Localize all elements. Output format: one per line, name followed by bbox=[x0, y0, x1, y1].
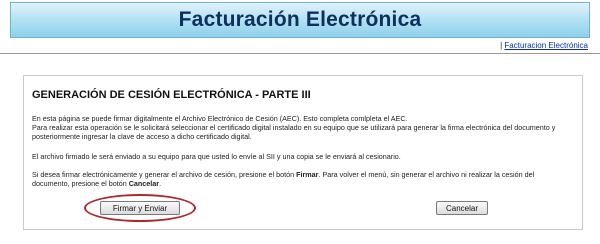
instruction-text-c: . bbox=[159, 179, 162, 188]
instruction-text-a: Si desea firmar electrónicamente y gener… bbox=[32, 170, 297, 179]
section-heading: GENERACIÓN DE CESIÓN ELECTRÓNICA - PARTE… bbox=[32, 89, 311, 101]
intro-line-1: En esta página se puede firmar digitalme… bbox=[32, 114, 408, 123]
nav-separator: | bbox=[500, 41, 503, 50]
instruction-cancelar-word: Cancelar bbox=[128, 179, 160, 188]
top-nav: | Facturacion Electrónica bbox=[500, 41, 588, 50]
firmar-y-enviar-button[interactable]: Firmar y Enviar bbox=[100, 201, 180, 215]
facturacion-electronica-link[interactable]: Facturacion Electrónica bbox=[504, 41, 588, 50]
header-divider bbox=[0, 53, 600, 54]
intro-line-2: Para realizar esta operación se le solic… bbox=[32, 123, 556, 141]
cancelar-button[interactable]: Cancelar bbox=[436, 201, 488, 215]
header-banner: Facturación Electrónica bbox=[10, 2, 590, 38]
page-title: Facturación Electrónica bbox=[178, 8, 422, 31]
instruction-paragraph: Si desea firmar electrónicamente y gener… bbox=[32, 170, 572, 188]
intro-paragraph: En esta página se puede firmar digitalme… bbox=[32, 114, 572, 141]
instruction-firmar-word: Firmar bbox=[296, 170, 319, 179]
delivery-paragraph: El archivo firmado le será enviado a su … bbox=[32, 152, 401, 161]
